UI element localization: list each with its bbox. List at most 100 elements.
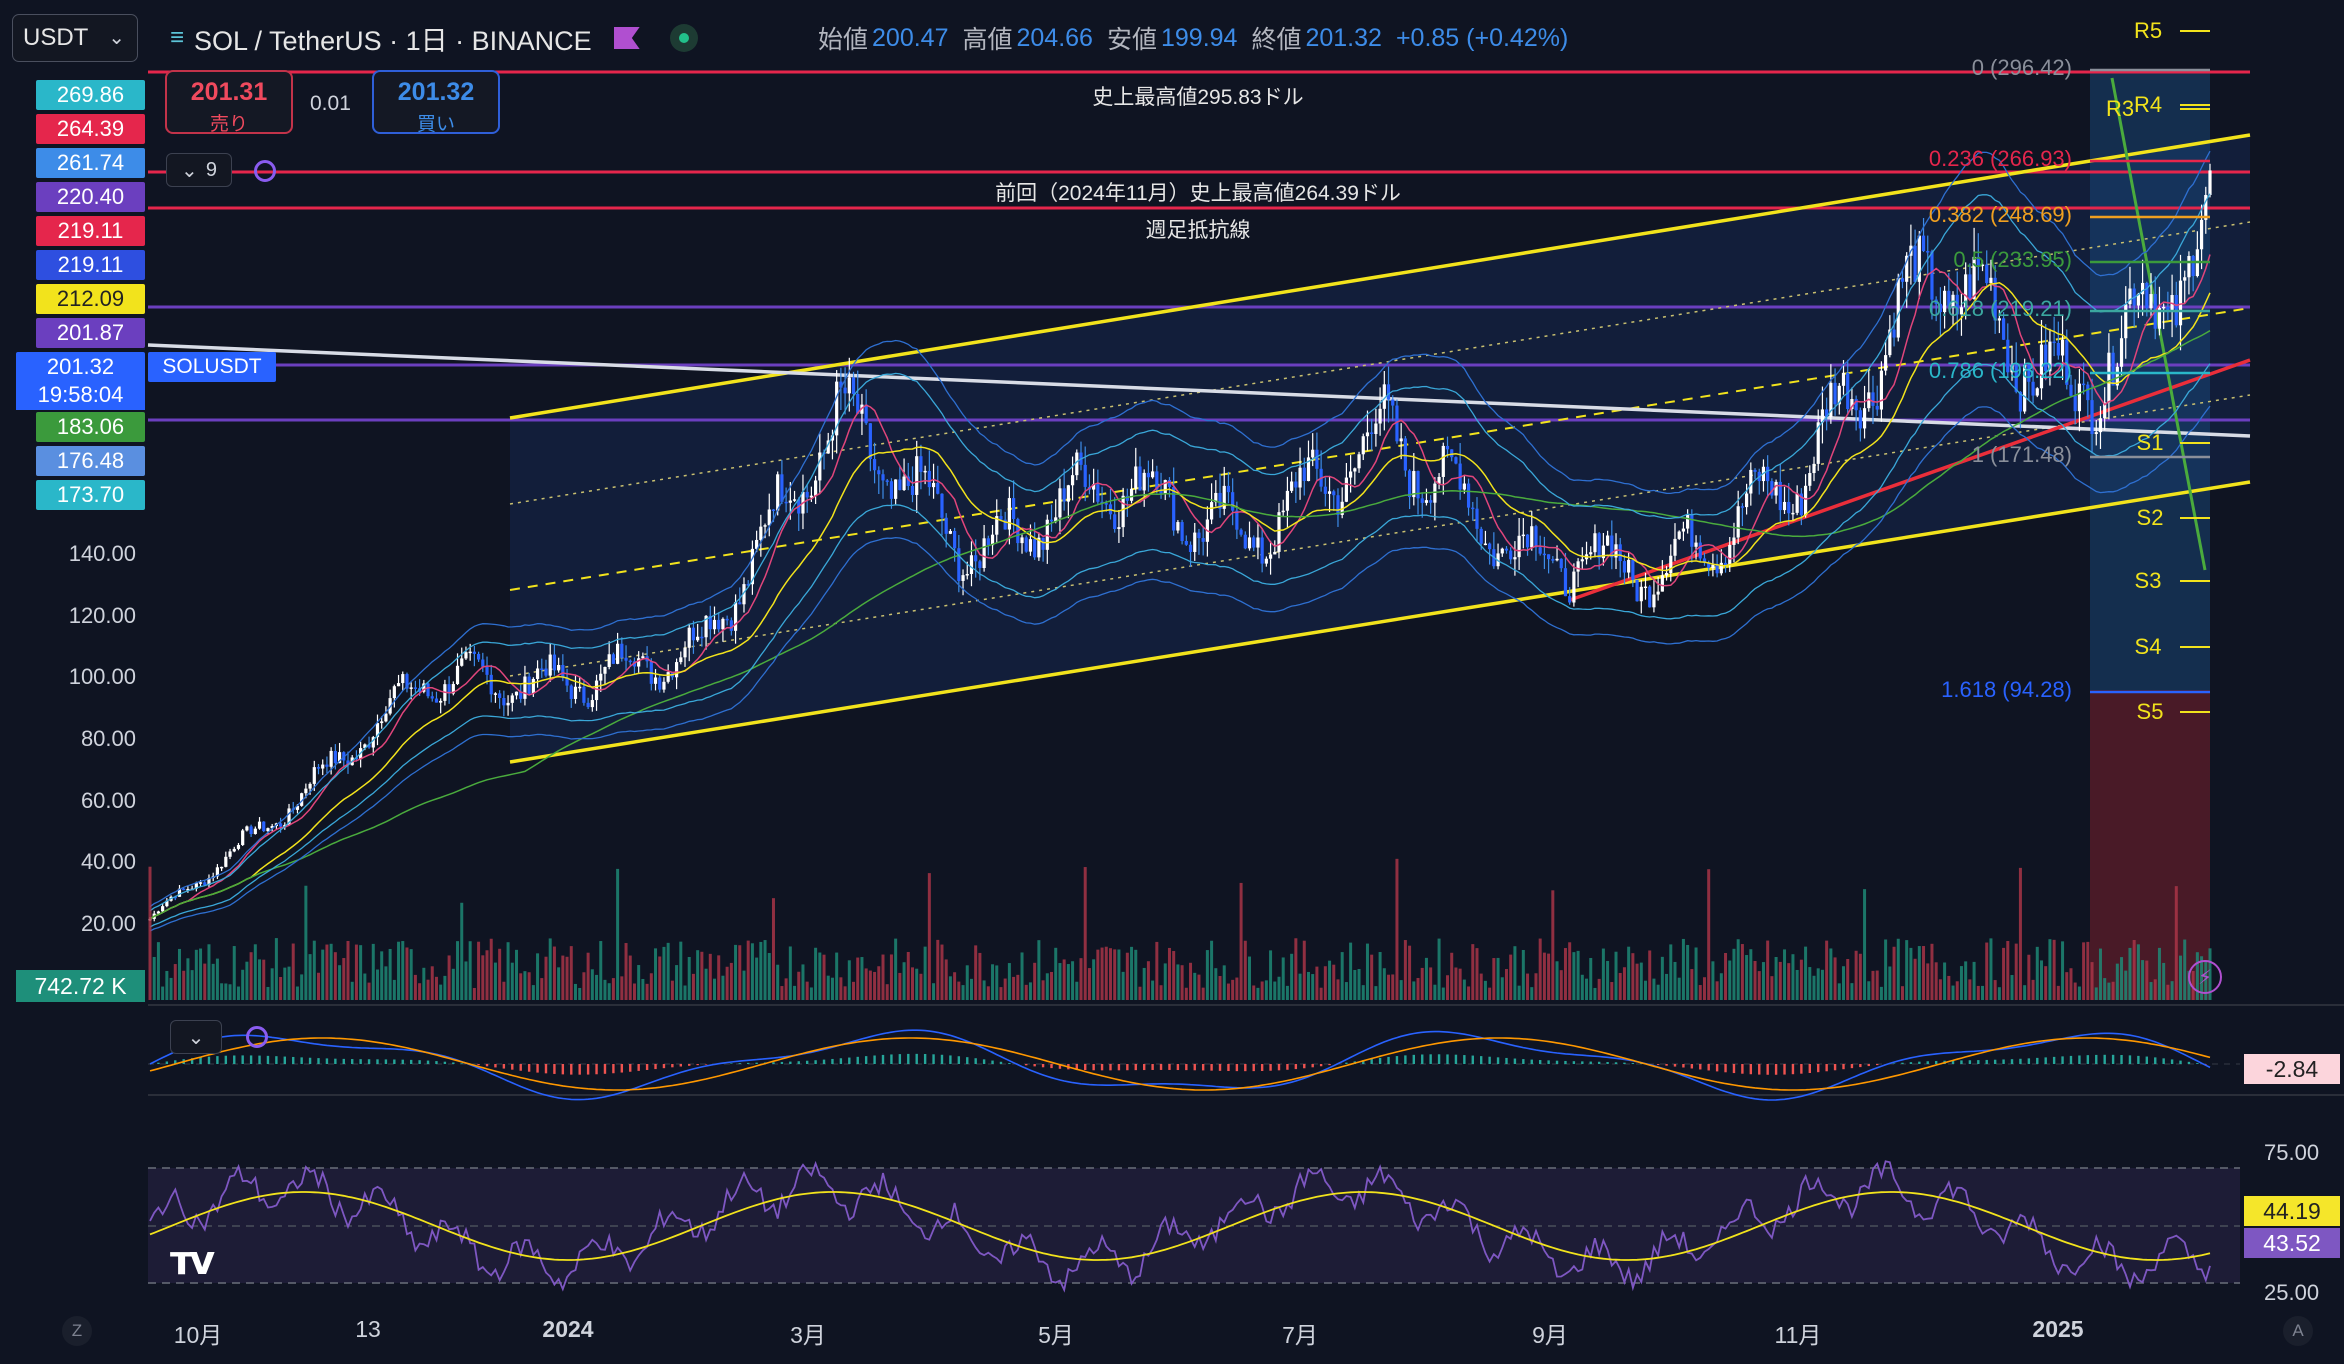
flag-icon[interactable] bbox=[613, 27, 640, 49]
volume-bar bbox=[1252, 985, 1256, 1000]
volume-bar bbox=[1412, 981, 1416, 1000]
macd-histogram-bar bbox=[1446, 1054, 1449, 1064]
volume-bar bbox=[1403, 940, 1407, 1000]
candle-body bbox=[780, 474, 784, 502]
volume-bar bbox=[982, 980, 986, 1000]
volume-bar bbox=[1568, 942, 1572, 1000]
time-axis-label: 9月 bbox=[1532, 1322, 1568, 1348]
candle-body bbox=[2090, 400, 2094, 434]
volume-bar bbox=[1437, 938, 1441, 1000]
candle-body bbox=[1900, 278, 1905, 282]
candle-body bbox=[1795, 493, 1799, 513]
volume-bar bbox=[1083, 867, 1087, 1000]
candle-body bbox=[380, 721, 384, 724]
candle-body bbox=[2199, 219, 2204, 250]
candle-body bbox=[1104, 503, 1108, 505]
candle-body bbox=[843, 387, 847, 394]
macd-collapse-button[interactable]: ⌄ bbox=[170, 1020, 222, 1054]
candle-body bbox=[1378, 408, 1382, 424]
volume-bar bbox=[898, 972, 902, 1000]
candle-body bbox=[1344, 477, 1349, 502]
candle-body bbox=[413, 687, 417, 689]
macd-histogram-bar bbox=[1480, 1056, 1483, 1064]
volume-bar bbox=[1909, 947, 1913, 1000]
candle-body bbox=[1151, 471, 1155, 478]
volume-bar bbox=[717, 955, 721, 1000]
volume-bar bbox=[1804, 946, 1808, 1000]
currency-select-value: USDT bbox=[23, 24, 89, 51]
candle-body bbox=[620, 643, 624, 658]
macd-histogram-bar bbox=[317, 1058, 320, 1064]
volume-bar bbox=[1130, 946, 1134, 1000]
macd-histogram-bar bbox=[1732, 1064, 1736, 1074]
volume-bar bbox=[2073, 982, 2077, 1000]
macd-histogram-bar bbox=[831, 1058, 834, 1064]
volume-bar bbox=[1526, 973, 1530, 1000]
candle-body bbox=[1740, 506, 1744, 508]
chevron-down-icon: ⌄ bbox=[108, 27, 125, 49]
z-button[interactable]: Z bbox=[62, 1316, 92, 1346]
candle-body bbox=[573, 686, 578, 699]
buy-button[interactable]: 201.32 買い bbox=[372, 70, 500, 135]
volume-bar bbox=[308, 954, 312, 1000]
candle-body bbox=[696, 636, 700, 641]
volume-bar bbox=[1121, 971, 1125, 1000]
candle-body bbox=[1782, 501, 1787, 511]
volume-bar bbox=[856, 957, 860, 1000]
macd-histogram-bar bbox=[561, 1064, 565, 1075]
volume-bar bbox=[868, 970, 872, 1000]
a-button[interactable]: A bbox=[2283, 1316, 2313, 1346]
volume-bar bbox=[771, 898, 775, 1000]
lightning-button[interactable]: ⚡ bbox=[2188, 960, 2222, 994]
volume-bar bbox=[1222, 965, 1226, 1000]
sell-button[interactable]: 201.31 売り bbox=[165, 70, 293, 135]
rsi-value-tag: 43.52 bbox=[2244, 1228, 2340, 1258]
candle-body bbox=[1622, 561, 1627, 573]
macd-histogram-bar bbox=[224, 1055, 228, 1064]
candle-body bbox=[1424, 500, 1429, 503]
macd-histogram-bar bbox=[1252, 1064, 1255, 1072]
macd-histogram-bar bbox=[1488, 1056, 1491, 1064]
macd-histogram-bar bbox=[2128, 1055, 2132, 1064]
candle-body bbox=[1247, 537, 1252, 549]
volume-bar bbox=[1306, 971, 1310, 1000]
volume-bar bbox=[986, 986, 990, 1000]
currency-select[interactable]: USDT ⌄ bbox=[12, 14, 138, 62]
volume-bar bbox=[1681, 938, 1685, 1000]
chart-canvas[interactable]: 史上最高値295.83ドル前回（2024年11月）史上最高値264.39ドル週足… bbox=[0, 0, 2344, 1364]
volume-bar bbox=[481, 955, 485, 1000]
macd-histogram-bar bbox=[1454, 1054, 1458, 1064]
volume-bar bbox=[1416, 977, 1420, 1000]
volume-bar bbox=[1875, 970, 1879, 1000]
volume-bar bbox=[220, 983, 224, 1000]
candle-body bbox=[224, 856, 228, 867]
macd-histogram-bar bbox=[991, 1060, 994, 1064]
indicator-toggle-button[interactable]: ⌄ 9 bbox=[166, 153, 232, 187]
candle-body bbox=[788, 500, 792, 503]
volume-bar bbox=[746, 940, 750, 1000]
volume-bar bbox=[1159, 985, 1163, 1000]
candle-body bbox=[249, 826, 253, 834]
candle-body bbox=[1336, 495, 1340, 515]
volume-bar bbox=[738, 945, 742, 1000]
volume-bar bbox=[2136, 944, 2140, 1000]
volume-bar bbox=[995, 965, 999, 1000]
volume-bar bbox=[1071, 961, 1075, 1000]
candle-body bbox=[1652, 594, 1656, 608]
volume-bar bbox=[186, 958, 190, 1000]
candle-body bbox=[1669, 555, 1673, 574]
candle-body bbox=[712, 619, 717, 630]
volume-bar bbox=[1441, 987, 1445, 1000]
time-axis-label: 13 bbox=[355, 1316, 381, 1342]
macd-histogram-bar bbox=[1260, 1064, 1264, 1071]
market-status-icon[interactable] bbox=[669, 24, 698, 52]
volume-bar bbox=[2141, 960, 2145, 1000]
volume-bar bbox=[590, 969, 594, 1000]
candle-body bbox=[527, 676, 531, 694]
volume-bar bbox=[755, 957, 759, 1000]
fib-level-label: 0 (296.42) bbox=[1972, 55, 2072, 80]
macd-histogram-bar bbox=[1614, 1062, 1618, 1064]
candle-body bbox=[1989, 277, 1993, 284]
candle-body bbox=[1681, 528, 1686, 532]
candle-body bbox=[818, 452, 822, 481]
